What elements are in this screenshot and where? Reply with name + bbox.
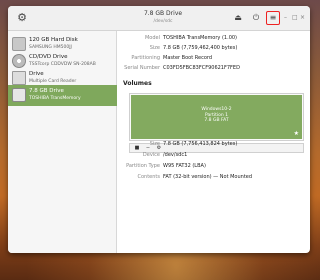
volume-map: Windows10-2 Partition 1 7.8 GB FAT ★: [129, 93, 304, 141]
info-value: C03FD5FBC83FCF90621F7FED: [163, 65, 240, 71]
info-key: Device: [142, 152, 160, 158]
card-reader-icon: [12, 71, 26, 85]
partition-fs: 7.8 GB FAT: [204, 118, 229, 123]
window-title-group: 7.8 GB Drive /dev/sdc: [118, 9, 208, 25]
info-value: FAT (32-bit version) — Not Mounted: [163, 174, 253, 180]
device-name: CD/DVD Drive: [29, 54, 68, 60]
titlebar: ⚙ 7.8 GB Drive /dev/sdc ⏏ ⏻ ≡ – □ ×: [8, 6, 310, 31]
eject-icon[interactable]: ⏏: [231, 11, 245, 25]
info-key: Size: [149, 141, 160, 147]
drive-details: Model TOSHIBA TransMemory (1.00) Size 7.…: [117, 31, 310, 253]
close-button[interactable]: ×: [300, 14, 305, 22]
info-value: TOSHIBA TransMemory (1.00): [163, 35, 238, 41]
window-title: 7.8 GB Drive: [143, 10, 183, 17]
window-subtitle: /dev/sdc: [153, 19, 173, 24]
info-value: 7.8 GB (7,759,462,400 bytes): [163, 45, 238, 51]
optical-drive-icon: [12, 54, 26, 68]
sidebar-item-usb-drive[interactable]: 7.8 GB Drive TOSHIBA TransMemory: [8, 85, 117, 106]
info-value: 7.8 GB (7,756,413,824 bytes): [163, 141, 238, 147]
device-detail: TOSHIBA TransMemory: [29, 96, 81, 101]
star-icon: ★: [293, 130, 299, 137]
info-value: Master Boot Record: [163, 55, 213, 61]
gear-icon[interactable]: ⚙: [15, 11, 29, 25]
power-icon[interactable]: ⏻: [249, 11, 263, 25]
info-key: Partitioning: [131, 55, 160, 61]
minimize-button[interactable]: –: [284, 14, 287, 22]
vol-row-contents: Contents FAT (32-bit version) — Not Moun…: [117, 173, 310, 182]
info-key: Model: [144, 35, 160, 41]
info-row-model: Model TOSHIBA TransMemory (1.00): [117, 34, 310, 43]
info-key: Contents: [137, 174, 161, 180]
device-sidebar: 120 GB Hard Disk SAMSUNG HM500JJ CD/DVD …: [8, 31, 117, 253]
info-value: /dev/sdc1: [163, 152, 188, 158]
info-key: Serial Number: [124, 65, 160, 71]
maximize-button[interactable]: □: [292, 14, 298, 22]
device-name: Drive: [29, 71, 44, 77]
vol-row-size: Size 7.8 GB (7,756,413,824 bytes): [117, 140, 310, 149]
info-row-size: Size 7.8 GB (7,759,462,400 bytes): [117, 44, 310, 53]
volumes-heading: Volumes: [123, 80, 152, 87]
disks-window: ⚙ 7.8 GB Drive /dev/sdc ⏏ ⏻ ≡ – □ × 120 …: [8, 6, 310, 253]
vol-row-device: Device /dev/sdc1: [117, 151, 310, 160]
info-key: Size: [149, 45, 160, 51]
usb-drive-icon: [12, 88, 26, 102]
hdd-icon: [12, 37, 26, 51]
partition-label: Windows10-2 Partition 1 7.8 GB FAT: [131, 107, 302, 124]
info-row-serial: Serial Number C03FD5FBC83FCF90621F7FED: [117, 64, 310, 73]
hamburger-menu-icon[interactable]: ≡: [266, 11, 280, 25]
device-name: 120 GB Hard Disk: [29, 37, 78, 43]
info-key: Partition Type: [126, 163, 160, 169]
info-value: W95 FAT32 (LBA): [163, 163, 206, 169]
info-row-partitioning: Partitioning Master Boot Record: [117, 54, 310, 63]
device-name: 7.8 GB Drive: [29, 88, 64, 94]
partition-block[interactable]: Windows10-2 Partition 1 7.8 GB FAT ★: [131, 95, 302, 139]
vol-row-partition-type: Partition Type W95 FAT32 (LBA): [117, 162, 310, 171]
